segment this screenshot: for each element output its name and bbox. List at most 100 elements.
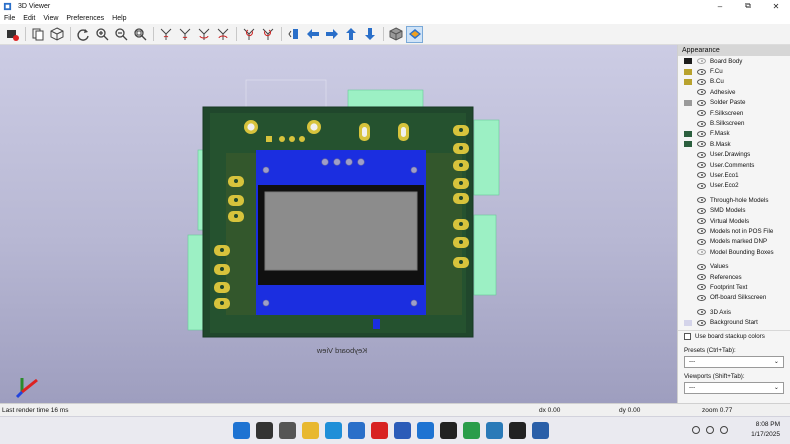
color-swatch[interactable] [684, 197, 692, 203]
layer-row[interactable]: SMD Models [678, 205, 790, 215]
color-swatch[interactable] [684, 218, 692, 224]
eye-icon[interactable] [697, 68, 706, 75]
color-swatch[interactable] [684, 309, 692, 315]
color-swatch[interactable] [684, 58, 692, 65]
eye-icon[interactable] [697, 274, 706, 280]
pan-up-icon[interactable] [342, 26, 359, 43]
chrome-icon[interactable] [463, 422, 480, 439]
render-icon[interactable] [3, 26, 20, 43]
menu-file[interactable]: File [4, 15, 15, 22]
layer-row[interactable]: User.Eco2 [678, 181, 790, 191]
layer-row[interactable]: Background Start [678, 317, 790, 327]
eye-icon[interactable] [697, 309, 706, 316]
rotate-z-cw-icon[interactable] [240, 26, 257, 43]
layer-row[interactable]: Board Body [678, 56, 790, 66]
layer-row[interactable]: F.Mask [678, 129, 790, 139]
refresh-icon[interactable] [74, 26, 91, 43]
color-swatch[interactable] [684, 183, 692, 189]
system-tray[interactable] [686, 426, 728, 434]
color-swatch[interactable] [684, 208, 692, 214]
color-swatch[interactable] [684, 274, 692, 280]
layer-row[interactable]: User.Comments [678, 160, 790, 170]
view-3d-icon[interactable] [48, 26, 65, 43]
layer-row[interactable]: 3D Axis [678, 307, 790, 317]
layer-row[interactable]: B.Mask [678, 139, 790, 149]
color-swatch[interactable] [684, 239, 692, 245]
layer-row[interactable]: References [678, 272, 790, 282]
layer-row[interactable]: Adhesive [678, 87, 790, 97]
menu-edit[interactable]: Edit [23, 15, 35, 22]
search-icon[interactable] [256, 422, 273, 439]
menu-view[interactable]: View [43, 15, 58, 22]
edge-icon[interactable] [325, 422, 342, 439]
layer-row[interactable]: Models not in POS File [678, 226, 790, 236]
menu-help[interactable]: Help [112, 15, 126, 22]
layer-row[interactable]: B.Silkscreen [678, 118, 790, 128]
eye-icon[interactable] [697, 151, 706, 158]
color-swatch[interactable] [684, 110, 692, 116]
copy-icon[interactable] [29, 26, 46, 43]
eye-icon[interactable] [697, 89, 706, 96]
eye-icon[interactable] [697, 228, 706, 235]
close-button[interactable]: ✕ [762, 0, 790, 12]
color-swatch[interactable] [684, 249, 692, 255]
inkscape-icon[interactable] [509, 422, 526, 439]
color-swatch[interactable] [684, 172, 692, 178]
rotate-y-cw-icon[interactable] [195, 26, 212, 43]
layer-row[interactable]: Off-board Silkscreen [678, 293, 790, 303]
color-swatch[interactable] [684, 99, 692, 106]
github-icon[interactable] [440, 422, 457, 439]
layer-row[interactable]: Values [678, 261, 790, 271]
eye-icon[interactable] [697, 294, 706, 301]
eye-icon[interactable] [697, 263, 706, 270]
color-swatch[interactable] [684, 284, 692, 290]
clock[interactable]: 8:08 PM 1/17/2025 [751, 420, 780, 440]
eye-icon[interactable] [697, 110, 706, 117]
eye-icon[interactable] [697, 120, 706, 127]
kicad-icon[interactable] [532, 422, 549, 439]
zoom-in-icon[interactable] [93, 26, 110, 43]
3d-viewport[interactable]: Keyboard View [0, 45, 677, 403]
color-swatch[interactable] [684, 162, 692, 168]
layer-row[interactable]: User.Drawings [678, 150, 790, 160]
layer-row[interactable]: Through-hole Models [678, 195, 790, 205]
rotate-z-ccw-icon[interactable] [259, 26, 276, 43]
color-swatch[interactable] [684, 295, 692, 301]
eye-icon[interactable] [697, 218, 706, 225]
color-swatch[interactable] [684, 130, 692, 137]
minimize-button[interactable]: – [706, 0, 734, 12]
viewports-select[interactable]: --- ⌄ [684, 381, 784, 394]
zoom-out-icon[interactable] [112, 26, 129, 43]
flip-board-icon[interactable] [285, 26, 302, 43]
ortho-icon[interactable] [387, 26, 404, 43]
eye-icon[interactable] [697, 182, 706, 189]
color-swatch[interactable] [684, 264, 692, 270]
color-swatch[interactable] [684, 141, 692, 148]
eye-icon[interactable] [697, 141, 706, 148]
opera-icon[interactable] [371, 422, 388, 439]
layer-row[interactable]: Model Bounding Boxes [678, 247, 790, 257]
task-view-icon[interactable] [279, 422, 296, 439]
eye-icon[interactable] [697, 172, 706, 179]
pan-right-icon[interactable] [323, 26, 340, 43]
layer-row[interactable]: Solder Paste [678, 98, 790, 108]
visibility-off-icon[interactable] [697, 58, 706, 65]
color-swatch[interactable] [684, 152, 692, 158]
use-stackup-colors-checkbox[interactable]: Use board stackup colors [678, 329, 790, 342]
files-icon[interactable] [417, 422, 434, 439]
maximize-button[interactable]: ⧉ [734, 0, 762, 12]
eye-icon[interactable] [697, 130, 706, 137]
layer-row[interactable]: User.Eco1 [678, 170, 790, 180]
eye-icon[interactable] [697, 284, 706, 291]
zoom-fit-icon[interactable] [131, 26, 148, 43]
color-swatch[interactable] [684, 228, 692, 234]
layer-row[interactable]: Footprint Text [678, 282, 790, 292]
color-swatch[interactable] [684, 121, 692, 127]
layer-row[interactable]: Virtual Models [678, 216, 790, 226]
rotate-y-ccw-icon[interactable] [214, 26, 231, 43]
chrome-alt-icon[interactable] [486, 422, 503, 439]
color-swatch[interactable] [684, 68, 692, 75]
start-icon[interactable] [233, 422, 250, 439]
store-icon[interactable] [348, 422, 365, 439]
file-explorer-icon[interactable] [302, 422, 319, 439]
